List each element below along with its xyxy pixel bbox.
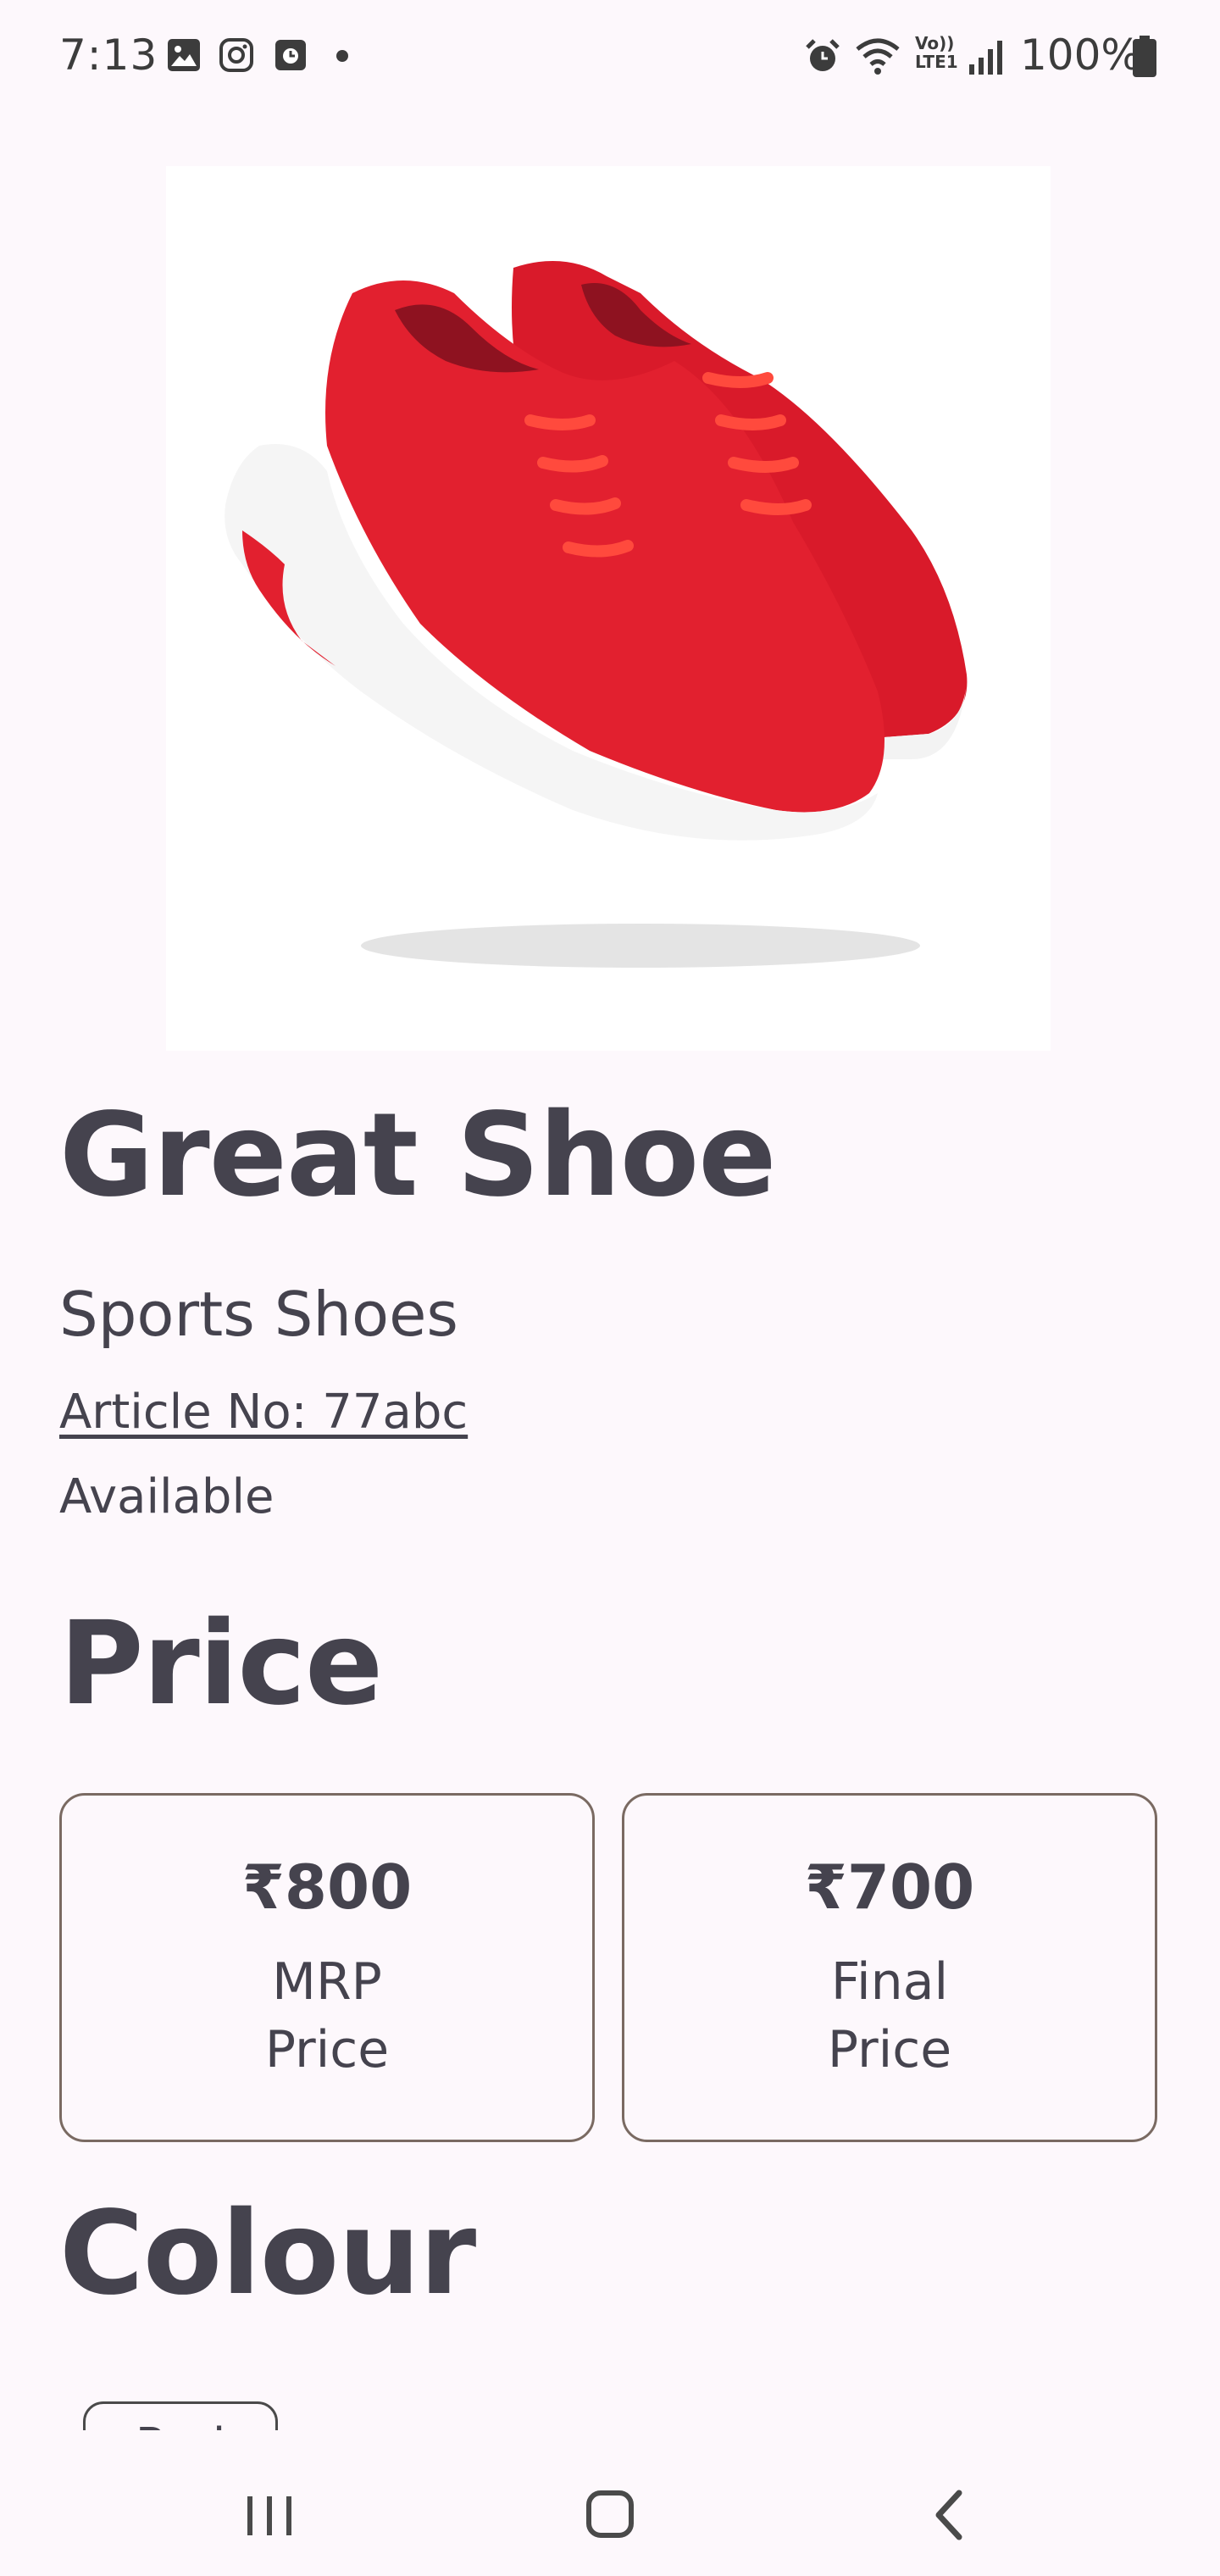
home-icon[interactable]: [559, 2473, 661, 2557]
recent-apps-icon[interactable]: [219, 2473, 320, 2557]
mrp-price-value: ₹800: [241, 1852, 413, 1923]
wifi-icon: [854, 37, 901, 80]
product-image: [166, 166, 1051, 1051]
status-bar: 7:13 Vo)) LTE1 100%: [0, 0, 1220, 119]
price-heading: Price: [59, 1597, 383, 1731]
instagram-icon: [219, 37, 254, 76]
red-sneakers-image: [166, 166, 1051, 1051]
battery-icon: [1132, 36, 1157, 81]
navigation-bar: [0, 2430, 1220, 2576]
back-icon[interactable]: [900, 2473, 1001, 2557]
colour-heading: Colour: [59, 2187, 476, 2321]
availability-status: Available: [59, 1469, 274, 1524]
article-number-link[interactable]: Article No: 77abc: [59, 1385, 468, 1440]
battery-percent: 100%: [1020, 31, 1141, 80]
mrp-price-card: ₹800 MRP Price: [59, 1793, 595, 2142]
status-time: 7:13: [59, 31, 158, 80]
clock-app-icon: [273, 37, 308, 76]
gallery-icon: [166, 37, 202, 76]
dot-icon: [336, 49, 349, 66]
final-price-value: ₹700: [804, 1852, 975, 1923]
product-title: Great Shoe: [59, 1089, 777, 1223]
mrp-price-label: MRP Price: [264, 1952, 390, 2079]
final-price-card: ₹700 Final Price: [622, 1793, 1157, 2142]
alarm-icon: [803, 37, 842, 80]
volte-icon: Vo)) LTE1: [915, 33, 958, 72]
signal-icon: [968, 37, 1005, 80]
product-category: Sports Shoes: [59, 1279, 458, 1350]
final-price-label: Final Price: [827, 1952, 952, 2079]
